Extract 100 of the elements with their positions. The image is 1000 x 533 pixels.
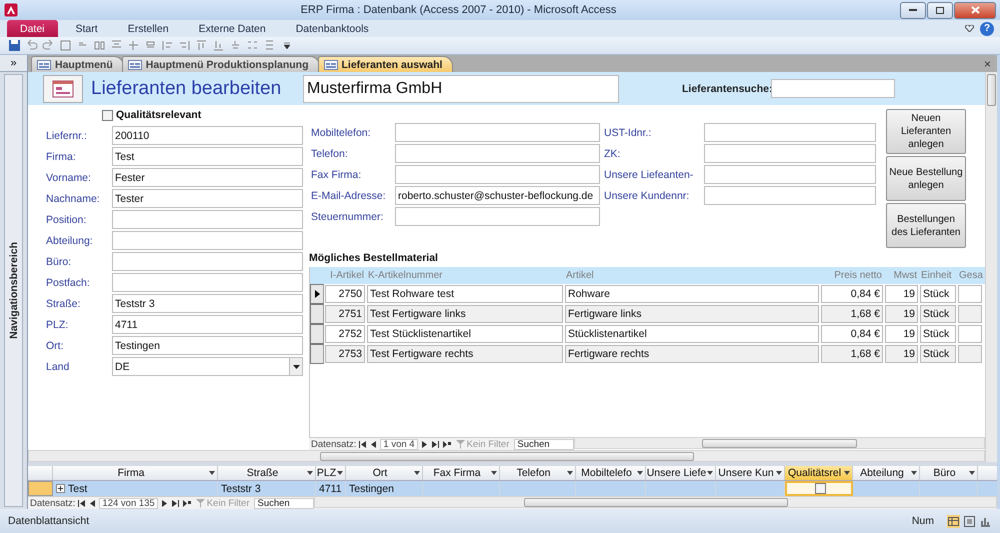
column-header[interactable]: Büro — [920, 466, 978, 480]
column-header[interactable]: Ort — [346, 466, 423, 480]
record-position-field[interactable]: 124 von 135 — [99, 498, 158, 508]
horizontal-scrollbar[interactable] — [314, 496, 997, 508]
dropdown-arrow-icon[interactable] — [491, 471, 497, 475]
last-record-icon[interactable] — [170, 498, 180, 508]
column-header[interactable]: Qualitätsrel — [785, 466, 853, 480]
navigation-toggle[interactable]: » — [0, 55, 27, 72]
text-field[interactable] — [395, 207, 600, 226]
close-button[interactable] — [954, 2, 996, 18]
pivot-view-icon[interactable] — [963, 514, 976, 528]
layout-tool-icon[interactable] — [161, 39, 174, 52]
text-field[interactable]: 200110 — [112, 126, 303, 145]
help-icon[interactable]: ? — [980, 22, 994, 36]
datasheet-view-icon[interactable] — [947, 514, 960, 528]
text-field[interactable] — [395, 123, 600, 142]
form-button[interactable]: Neuen Lieferanten anlegen — [886, 109, 966, 154]
last-record-icon[interactable] — [430, 440, 440, 448]
horizontal-scrollbar[interactable] — [28, 450, 985, 462]
dropdown-arrow-icon[interactable] — [292, 364, 300, 368]
document-tab[interactable]: Hauptmenü Produktionsplanung — [122, 56, 320, 72]
dropdown-arrow-icon[interactable] — [567, 471, 573, 475]
dropdown-arrow-icon[interactable] — [209, 471, 215, 475]
layout-tool-icon[interactable] — [93, 39, 106, 52]
file-tab[interactable]: Datei — [7, 20, 58, 37]
dropdown-arrow-icon[interactable] — [637, 471, 643, 475]
text-field[interactable] — [112, 252, 303, 271]
column-header[interactable]: Unsere Liefe — [646, 466, 716, 480]
text-field[interactable] — [112, 210, 303, 229]
text-field[interactable]: Testingen — [112, 336, 303, 355]
country-combo-box[interactable]: DE — [112, 357, 303, 376]
layout-tool-icon[interactable] — [212, 39, 225, 52]
layout-tool-icon[interactable] — [59, 39, 72, 52]
dropdown-arrow-icon[interactable] — [776, 471, 782, 475]
column-header[interactable]: Fax Firma — [423, 466, 500, 480]
maximize-button[interactable] — [927, 2, 953, 18]
text-field[interactable] — [704, 165, 876, 184]
text-field[interactable] — [704, 123, 876, 142]
dropdown-arrow-icon[interactable] — [337, 471, 343, 475]
column-header[interactable]: Straße — [218, 466, 316, 480]
text-field[interactable] — [112, 231, 303, 250]
datasheet-row[interactable]: Test Teststr 3 4711 Testingen — [28, 481, 997, 496]
text-field[interactable] — [395, 144, 600, 163]
text-field[interactable] — [704, 144, 876, 163]
form-button[interactable]: Bestellungen des Lieferanten — [886, 203, 966, 248]
column-header[interactable]: PLZ — [316, 466, 346, 480]
new-record-icon[interactable] — [442, 440, 451, 448]
new-record-icon[interactable] — [182, 498, 191, 508]
horizontal-scrollbar[interactable] — [574, 437, 985, 449]
first-record-icon[interactable] — [77, 498, 86, 508]
document-tab[interactable]: Hauptmenü — [31, 56, 124, 72]
quality-checkbox[interactable] — [102, 110, 113, 120]
text-field[interactable]: Fester — [112, 168, 303, 187]
app-icon[interactable] — [4, 3, 18, 17]
dropdown-arrow-icon[interactable] — [911, 471, 917, 475]
column-header[interactable]: Abteilung — [853, 466, 920, 480]
document-tab[interactable]: Lieferanten auswahl — [318, 56, 454, 72]
dropdown-arrow-icon[interactable] — [414, 471, 420, 475]
undo-icon[interactable] — [25, 39, 38, 52]
text-field[interactable] — [112, 273, 303, 292]
heart-icon[interactable] — [965, 25, 974, 32]
save-icon[interactable] — [8, 39, 21, 52]
quality-checkbox[interactable] — [815, 483, 826, 494]
ribbon-tab[interactable]: Start — [64, 20, 110, 37]
text-field[interactable] — [395, 165, 600, 184]
text-field[interactable]: 4711 — [112, 315, 303, 334]
form-button[interactable]: Neue Bestellung anlegen — [886, 156, 966, 201]
minimize-button[interactable] — [900, 2, 926, 18]
layout-tool-icon[interactable] — [195, 39, 208, 52]
text-field[interactable] — [704, 186, 876, 205]
ribbon-tab[interactable]: Erstellen — [116, 20, 181, 37]
expand-icon[interactable] — [56, 484, 65, 493]
record-selector[interactable] — [310, 284, 324, 304]
redo-icon[interactable] — [42, 39, 55, 52]
column-header[interactable]: Mobiltelefo — [576, 466, 646, 480]
ribbon-tab[interactable]: Datenbanktools — [284, 20, 381, 37]
search-field[interactable]: Suchen — [254, 498, 314, 508]
text-field[interactable]: Teststr 3 — [112, 294, 303, 313]
text-field[interactable]: roberto.schuster@schuster-beflockung.de — [395, 186, 600, 205]
column-header[interactable]: Telefon — [500, 466, 576, 480]
dropdown-button[interactable] — [289, 358, 302, 375]
vertical-scrollbar[interactable] — [985, 72, 997, 462]
layout-tool-icon[interactable] — [178, 39, 191, 52]
layout-tool-icon[interactable] — [263, 39, 276, 52]
layout-tool-icon[interactable] — [127, 39, 140, 52]
dropdown-arrow-icon[interactable] — [707, 471, 713, 475]
first-record-icon[interactable] — [358, 440, 368, 448]
supplier-search-field[interactable] — [771, 79, 895, 98]
close-document-button[interactable]: × — [978, 56, 997, 70]
ribbon-tab[interactable]: Externe Daten — [186, 20, 278, 37]
text-field[interactable]: Test — [112, 147, 303, 166]
dropdown-arrow-icon[interactable] — [307, 471, 313, 475]
text-field[interactable]: Tester — [112, 189, 303, 208]
dropdown-arrow-icon[interactable] — [844, 471, 850, 475]
dropdown-arrow-icon[interactable] — [969, 471, 975, 475]
record-position-field[interactable]: 1 von 4 — [380, 438, 418, 450]
search-field[interactable]: Suchen — [514, 438, 574, 450]
column-header[interactable]: Firma — [53, 466, 218, 480]
company-field[interactable]: Musterfirma GmbH — [303, 74, 619, 102]
navigation-pane-bar[interactable]: Navigationsbereich — [4, 74, 23, 507]
